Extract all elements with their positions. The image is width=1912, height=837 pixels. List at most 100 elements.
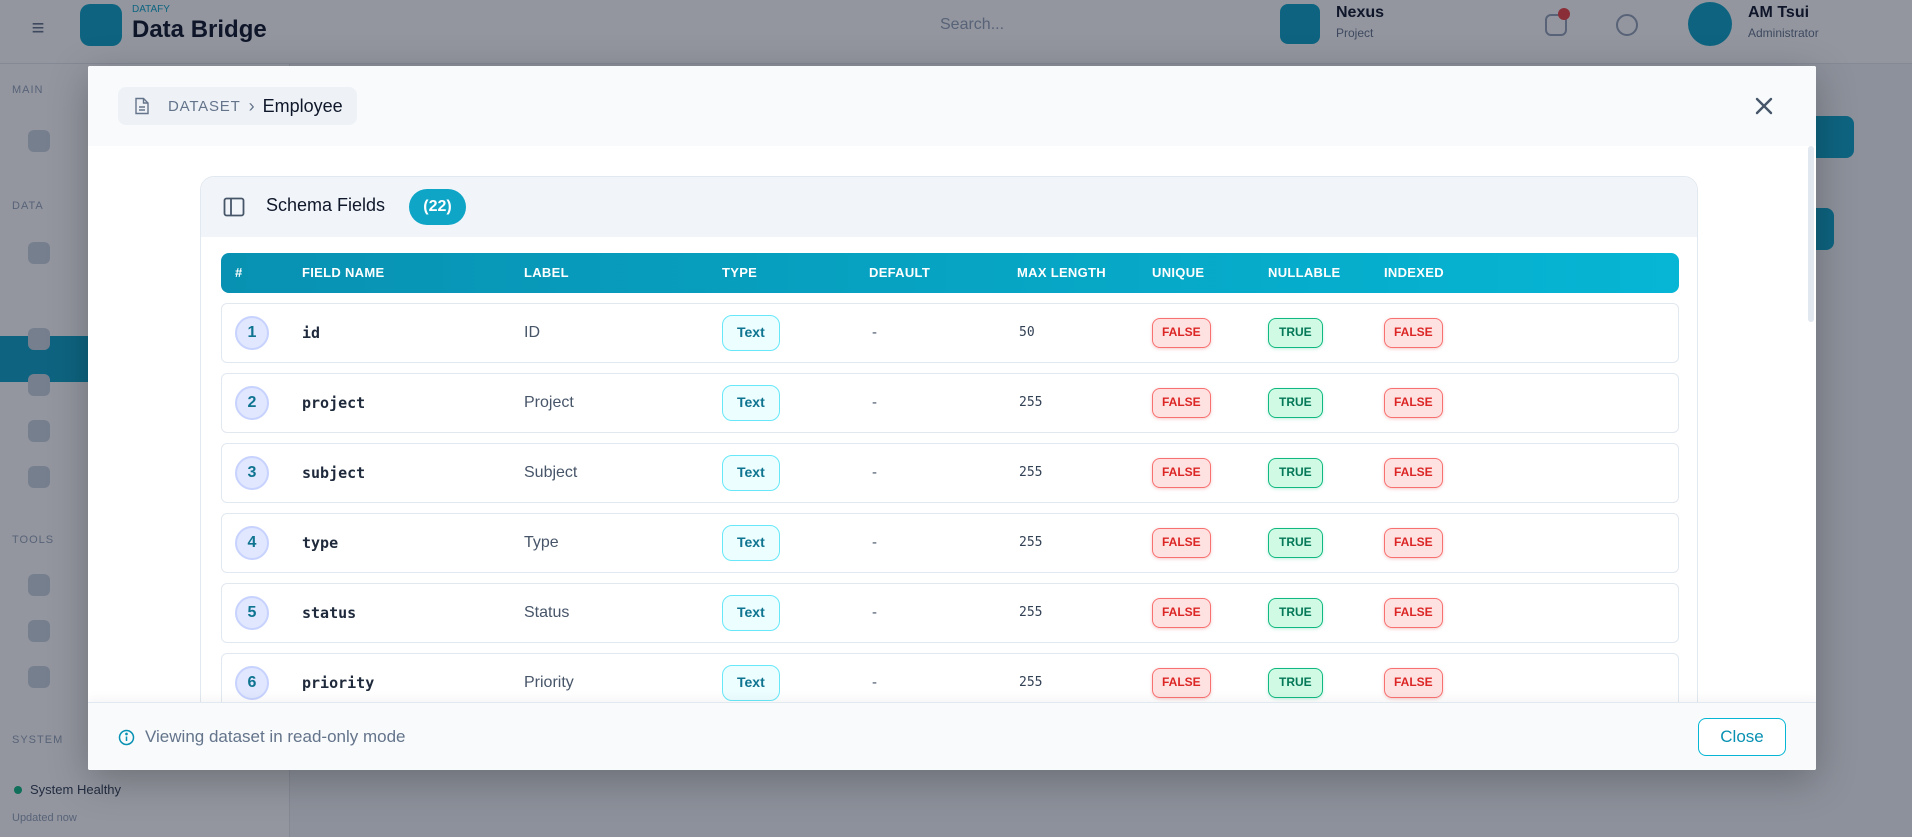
table-row[interactable]: 6 priority Priority Text - 255 FALSE TRUE FALSE	[221, 653, 1679, 702]
breadcrumb-separator: ›	[248, 96, 255, 116]
max-length: 255	[1019, 395, 1043, 410]
table-row[interactable]: 1 id ID Text - 50 FALSE TRUE FALSE	[221, 303, 1679, 363]
schema-fields-card: Schema Fields (22) # FIELD NAME LABEL TY…	[200, 176, 1698, 702]
table-cell: FALSE	[1384, 654, 1443, 702]
default-value: -	[872, 534, 877, 551]
column-header: INDEXED	[1384, 265, 1444, 280]
max-length: 50	[1019, 325, 1035, 340]
type-badge: Text	[722, 594, 780, 631]
table-cell: 255	[1019, 654, 1042, 702]
table-cell: 50	[1019, 304, 1035, 361]
table-cell: FALSE	[1384, 304, 1443, 361]
field-name: type	[302, 533, 339, 552]
column-header: LABEL	[524, 265, 569, 280]
type-badge: Text	[722, 524, 780, 561]
unique-badge: FALSE	[1152, 317, 1211, 348]
table-cell: FALSE	[1152, 304, 1211, 361]
table-cell: id	[302, 304, 320, 361]
close-button[interactable]: Close	[1698, 718, 1786, 756]
max-length: 255	[1019, 465, 1043, 480]
column-header: MAX LENGTH	[1017, 265, 1106, 280]
column-header: FIELD NAME	[302, 265, 385, 280]
table-cell: Status	[524, 584, 569, 641]
scrollbar[interactable]	[1808, 146, 1814, 322]
field-label: Status	[524, 603, 570, 621]
column-header: #	[235, 265, 243, 280]
table-cell: -	[872, 514, 877, 571]
table-cell: subject	[302, 444, 365, 501]
table-cell: 6	[235, 654, 269, 702]
table-cell: FALSE	[1384, 514, 1443, 571]
row-number: 6	[235, 665, 269, 700]
max-length: 255	[1019, 675, 1043, 690]
field-label: Priority	[524, 673, 574, 691]
table-cell: Text	[722, 304, 780, 361]
table-cell: FALSE	[1384, 374, 1443, 431]
info-icon	[118, 729, 135, 746]
table-cell: FALSE	[1384, 584, 1443, 641]
indexed-badge: FALSE	[1384, 597, 1443, 628]
table-cell: FALSE	[1152, 444, 1211, 501]
type-badge: Text	[722, 384, 780, 421]
modal-header: DATASET › Employee	[88, 66, 1816, 146]
row-number: 5	[235, 595, 269, 630]
table-row[interactable]: 2 project Project Text - 255 FALSE TRUE FALSE	[221, 373, 1679, 433]
card-title: Schema Fields	[266, 195, 386, 215]
unique-badge: FALSE	[1152, 667, 1211, 698]
row-number: 3	[235, 455, 269, 490]
table-row[interactable]: 3 subject Subject Text - 255 FALSE TRUE FALSE	[221, 443, 1679, 503]
table-cell: type	[302, 514, 338, 571]
unique-badge: FALSE	[1152, 527, 1211, 558]
breadcrumb-root[interactable]: DATASET	[168, 98, 241, 115]
breadcrumb: DATASET › Employee	[118, 87, 357, 125]
table-cell: 5	[235, 584, 269, 641]
table-cell: FALSE	[1384, 444, 1443, 501]
card-header: Schema Fields (22)	[201, 177, 1697, 237]
table-cell: FALSE	[1152, 654, 1211, 702]
column-header: NULLABLE	[1268, 265, 1341, 280]
table-cell: status	[302, 584, 356, 641]
table-row[interactable]: 4 type Type Text - 255 FALSE TRUE FALSE	[221, 513, 1679, 573]
row-number: 4	[235, 525, 269, 560]
unique-badge: FALSE	[1152, 457, 1211, 488]
table-cell: Text	[722, 374, 780, 431]
indexed-badge: FALSE	[1384, 387, 1443, 418]
field-name: project	[302, 393, 366, 412]
field-count-badge: (22)	[409, 189, 466, 225]
default-value: -	[872, 394, 877, 411]
dataset-modal: DATASET › Employee Schema Fields (22) #	[88, 66, 1816, 770]
table-cell: FALSE	[1152, 514, 1211, 571]
field-label: Type	[524, 533, 559, 551]
default-value: -	[872, 324, 877, 341]
table-cell: 1	[235, 304, 269, 361]
modal-body[interactable]: Schema Fields (22) # FIELD NAME LABEL TY…	[88, 146, 1816, 702]
table-cell: TRUE	[1268, 374, 1323, 431]
table-cell: Text	[722, 514, 780, 571]
table-cell: TRUE	[1268, 514, 1323, 571]
table-row[interactable]: 5 status Status Text - 255 FALSE TRUE FALSE	[221, 583, 1679, 643]
table-cell: 255	[1019, 374, 1042, 431]
document-icon	[130, 94, 154, 118]
type-badge: Text	[722, 664, 780, 701]
max-length: 255	[1019, 535, 1043, 550]
table-cell: TRUE	[1268, 304, 1323, 361]
unique-badge: FALSE	[1152, 597, 1211, 628]
table-cell: 255	[1019, 444, 1042, 501]
column-header: TYPE	[722, 265, 758, 280]
row-number: 2	[235, 385, 269, 420]
close-icon[interactable]	[1748, 90, 1780, 122]
panel-icon[interactable]	[223, 197, 245, 217]
table-cell: Subject	[524, 444, 577, 501]
field-name: id	[302, 323, 321, 342]
column-header: UNIQUE	[1152, 265, 1205, 280]
read-only-notice: Viewing dataset in read-only mode	[145, 727, 406, 746]
table-cell: Text	[722, 584, 780, 641]
unique-badge: FALSE	[1152, 387, 1211, 418]
table-cell: -	[872, 654, 877, 702]
field-label: ID	[524, 323, 540, 341]
nullable-badge: TRUE	[1268, 597, 1323, 628]
table-cell: TRUE	[1268, 654, 1323, 702]
indexed-badge: FALSE	[1384, 667, 1443, 698]
type-badge: Text	[722, 454, 780, 491]
nullable-badge: TRUE	[1268, 317, 1323, 348]
